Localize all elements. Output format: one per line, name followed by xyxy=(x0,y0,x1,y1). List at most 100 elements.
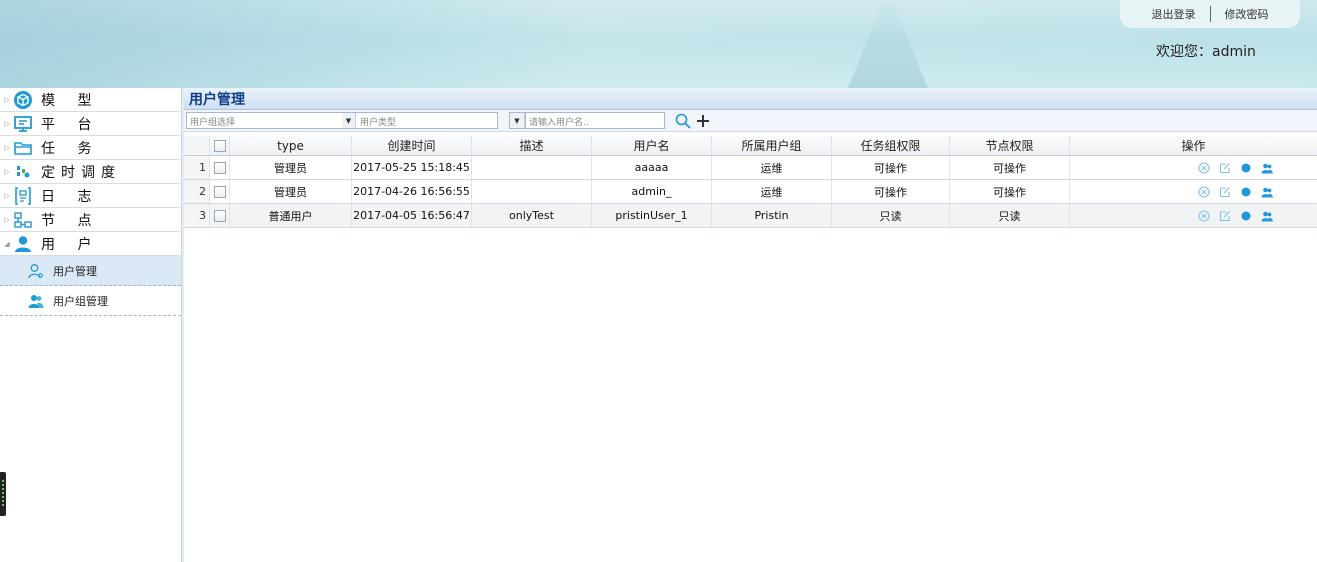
cell-created: 2017-05-25 15:18:45 xyxy=(352,156,472,179)
monitor-icon xyxy=(13,114,33,134)
row-checkbox-cell xyxy=(210,204,230,227)
expand-arrow-icon: ▷ xyxy=(4,95,10,104)
table-header-row: type 创建时间 描述 用户名 所属用户组 任务组权限 节点权限 操作 xyxy=(184,136,1317,156)
panel-header: 用户管理 xyxy=(184,88,1317,110)
cell-created: 2017-04-05 16:56:47 xyxy=(352,204,472,227)
chevron-down-icon[interactable]: ▼ xyxy=(342,113,356,128)
welcome-text: 欢迎您：admin xyxy=(1156,44,1256,60)
collapse-arrow-icon: ◢ xyxy=(4,239,10,248)
table-row[interactable]: 3 普通用户 2017-04-05 16:56:47 onlyTest pris… xyxy=(184,204,1317,228)
row-checkbox-cell xyxy=(210,180,230,203)
main-panel: 用户管理 用户组选择 ▼ 用户类型 ▼ 请输入用户名.. type 创建时间 描… xyxy=(184,88,1317,562)
sidebar-item-label: 节 点 xyxy=(41,212,101,229)
page-title: 用户管理 xyxy=(189,91,245,108)
row-checkbox[interactable] xyxy=(213,209,226,222)
username-search-input[interactable]: 请输入用户名.. xyxy=(525,112,665,129)
assign-group-icon[interactable] xyxy=(1261,210,1273,222)
user-group-icon xyxy=(28,293,44,309)
change-password-link[interactable]: 修改密码 xyxy=(1225,6,1269,22)
user-table: type 创建时间 描述 用户名 所属用户组 任务组权限 节点权限 操作 1 管… xyxy=(184,136,1317,228)
sidebar-item-log[interactable]: ▷ 日 志 xyxy=(0,184,181,208)
cell-actions xyxy=(1070,156,1317,179)
user-type-select[interactable]: ▼ 用户类型 xyxy=(342,112,498,129)
column-header-task-permission[interactable]: 任务组权限 xyxy=(832,136,950,155)
user-type-select-placeholder: 用户类型 xyxy=(360,118,397,128)
cell-group: 运维 xyxy=(712,180,832,203)
select-all-checkbox[interactable] xyxy=(213,139,226,152)
column-header-username[interactable]: 用户名 xyxy=(592,136,712,155)
column-header-description[interactable]: 描述 xyxy=(472,136,592,155)
sidebar-subitem-label: 用户组管理 xyxy=(53,294,108,308)
expand-arrow-icon: ▷ xyxy=(4,143,10,152)
column-header-actions: 操作 xyxy=(1181,139,1206,153)
cell-description: onlyTest xyxy=(472,204,592,227)
sidebar-subitem-label: 用户管理 xyxy=(53,264,97,278)
sidebar-item-label: 用 户 xyxy=(41,236,101,253)
table-row[interactable]: 2 管理员 2017-04-26 16:56:55 admin_ 运维 可操作 … xyxy=(184,180,1317,204)
row-actions xyxy=(1198,161,1273,174)
row-checkbox[interactable] xyxy=(213,161,226,174)
cell-group: Pristin xyxy=(712,204,832,227)
search-icon[interactable] xyxy=(673,111,693,131)
row-number: 3 xyxy=(184,204,210,227)
row-checkbox[interactable] xyxy=(213,185,226,198)
plus-icon xyxy=(697,115,709,127)
cell-task-permission: 可操作 xyxy=(832,180,950,203)
sidebar-item-schedule[interactable]: ▷ 定时调度 xyxy=(0,160,181,184)
detail-dot-icon[interactable] xyxy=(1240,162,1252,174)
sidebar-subitem-user-group-management[interactable]: 用户组管理 xyxy=(0,286,181,316)
assign-group-icon[interactable] xyxy=(1261,186,1273,198)
log-icon xyxy=(13,186,33,206)
cell-group: 运维 xyxy=(712,156,832,179)
edit-icon[interactable] xyxy=(1219,186,1231,198)
delete-icon[interactable] xyxy=(1198,209,1210,222)
sidebar-item-task[interactable]: ▷ 任 务 xyxy=(0,136,181,160)
expand-arrow-icon: ▷ xyxy=(4,215,10,224)
chevron-down-icon[interactable]: ▼ xyxy=(510,113,525,128)
row-number: 2 xyxy=(184,180,210,203)
floating-widget-handle[interactable] xyxy=(0,472,6,516)
expand-arrow-icon: ▷ xyxy=(4,119,10,128)
app-header: 退出登录 修改密码 欢迎您：admin xyxy=(0,0,1317,88)
expand-arrow-icon: ▷ xyxy=(4,191,10,200)
sidebar-item-model[interactable]: ▷ 模 型 xyxy=(0,88,181,112)
table-body: 1 管理员 2017-05-25 15:18:45 aaaaa 运维 可操作 可… xyxy=(184,156,1317,228)
user-group-select[interactable]: 用户组选择 xyxy=(186,112,359,129)
column-header-node-permission[interactable]: 节点权限 xyxy=(950,136,1070,155)
sidebar-item-platform[interactable]: ▷ 平 台 xyxy=(0,112,181,136)
cell-type: 管理员 xyxy=(230,156,352,179)
delete-icon[interactable] xyxy=(1198,161,1210,174)
rownum-header xyxy=(184,136,210,155)
row-actions xyxy=(1198,185,1273,198)
username-select-arrow[interactable]: ▼ xyxy=(509,112,525,129)
assign-group-icon[interactable] xyxy=(1261,162,1273,174)
cell-username: aaaaa xyxy=(592,156,712,179)
add-user-button[interactable] xyxy=(693,111,713,131)
user-group-select-placeholder: 用户组选择 xyxy=(190,118,236,128)
expand-arrow-icon: ▷ xyxy=(4,167,10,176)
table-row[interactable]: 1 管理员 2017-05-25 15:18:45 aaaaa 运维 可操作 可… xyxy=(184,156,1317,180)
detail-dot-icon[interactable] xyxy=(1240,210,1252,222)
row-number: 1 xyxy=(184,156,210,179)
edit-icon[interactable] xyxy=(1219,210,1231,222)
sidebar-item-label: 任 务 xyxy=(41,140,101,157)
filter-toolbar: 用户组选择 ▼ 用户类型 ▼ 请输入用户名.. xyxy=(184,110,1317,132)
cell-type: 管理员 xyxy=(230,180,352,203)
column-header-type[interactable]: type xyxy=(230,136,352,155)
sidebar-item-label: 定时调度 xyxy=(41,164,121,181)
column-header-group[interactable]: 所属用户组 xyxy=(712,136,832,155)
sidebar-item-user[interactable]: ◢ 用 户 xyxy=(0,232,181,256)
logout-link[interactable]: 退出登录 xyxy=(1152,6,1196,22)
folder-icon xyxy=(13,138,33,158)
header-top-links: 退出登录 修改密码 xyxy=(1120,0,1300,28)
delete-icon[interactable] xyxy=(1198,185,1210,198)
sidebar: ▷ 模 型 ▷ 平 台 ▷ 任 务 ▷ 定时调度 ▷ 日 志 ▷ 节 点 ◢ 用… xyxy=(0,88,181,562)
cell-description xyxy=(472,156,592,179)
cell-node-permission: 可操作 xyxy=(950,180,1070,203)
sidebar-subitem-user-management[interactable]: 用户管理 xyxy=(0,256,181,286)
sidebar-item-label: 平 台 xyxy=(41,116,101,133)
detail-dot-icon[interactable] xyxy=(1240,186,1252,198)
edit-icon[interactable] xyxy=(1219,162,1231,174)
sidebar-item-node[interactable]: ▷ 节 点 xyxy=(0,208,181,232)
column-header-created[interactable]: 创建时间 xyxy=(352,136,472,155)
